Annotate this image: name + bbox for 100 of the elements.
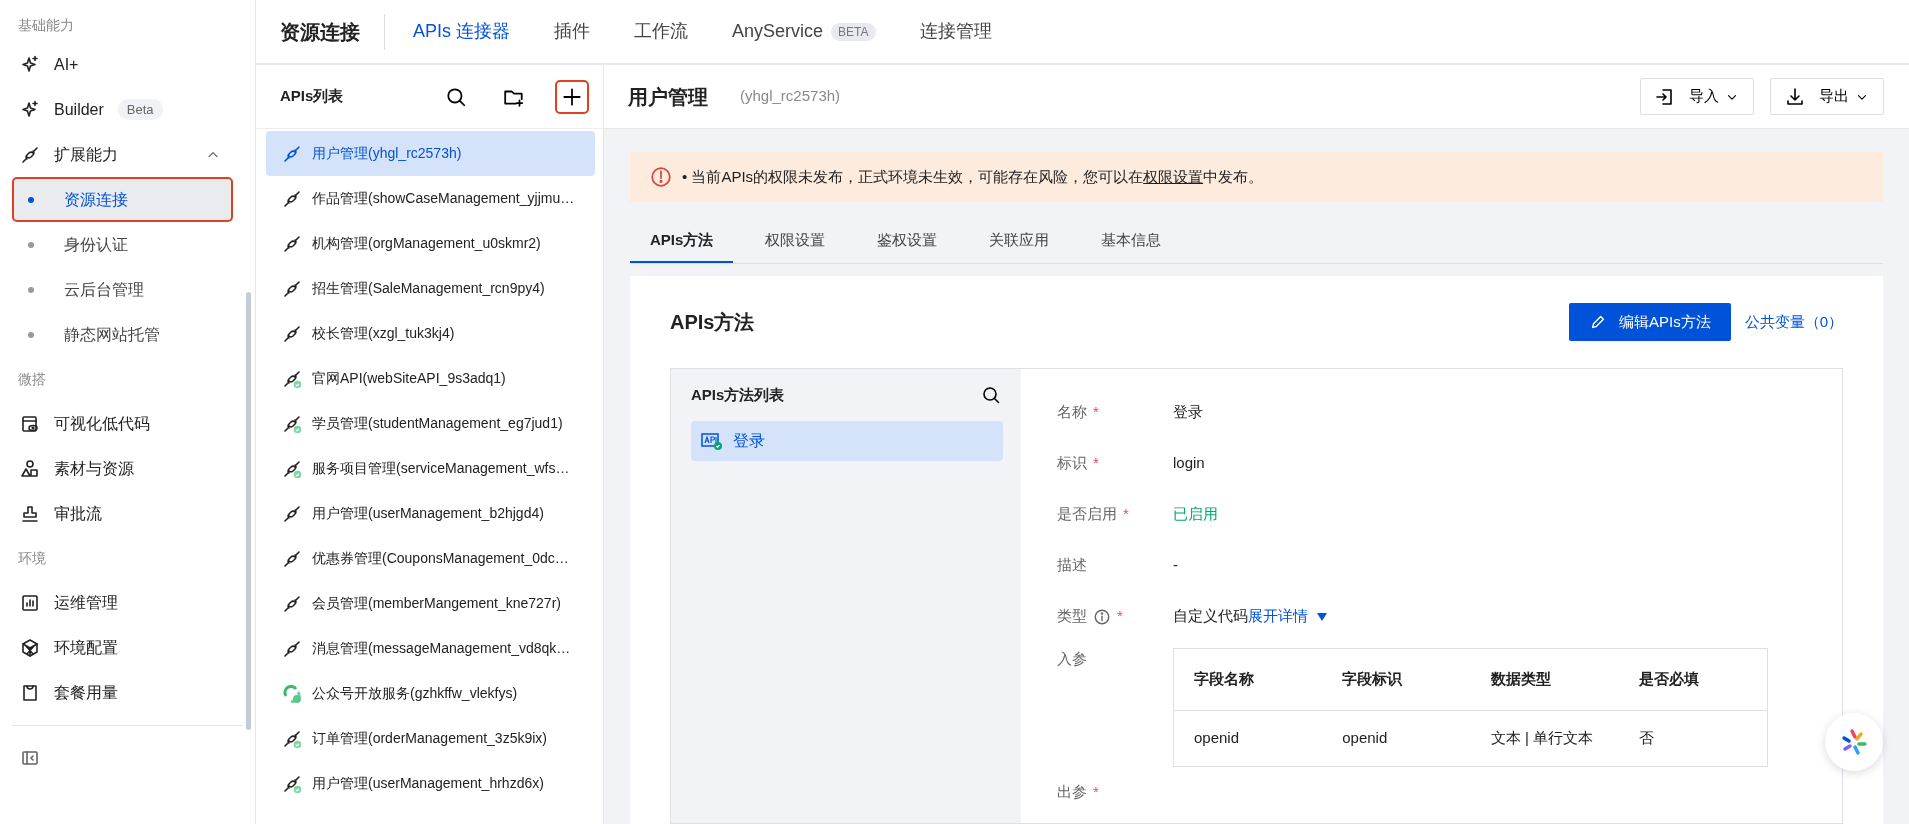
method-item[interactable]: 登录 (691, 421, 1003, 461)
beta-badge: BETA (831, 22, 876, 41)
required-mark: * (1123, 504, 1129, 525)
nav-tab[interactable]: 连接管理 (919, 18, 992, 45)
nav-tab[interactable]: AnyService (732, 18, 824, 45)
column-header: 数据类型 (1470, 648, 1620, 711)
table-cell: openid (1173, 710, 1323, 767)
api-list-item[interactable]: 公众号开放服务(gzhkffw_vlekfys) (266, 671, 595, 716)
chart-icon (20, 592, 40, 613)
api-name: 优惠券管理(CouponsManagement_0dc… (312, 549, 569, 568)
sidebar-subitem[interactable]: 静态网站托管 (12, 312, 233, 357)
field-label: 描述 (1057, 555, 1087, 576)
sidebar-item[interactable]: 扩展能力 (54, 142, 118, 167)
api-name: 学员管理(studentManagement_eg7jud1) (312, 414, 563, 433)
required-mark: * (1117, 606, 1123, 627)
published-link-icon (282, 458, 302, 479)
api-list-item[interactable]: 会员管理(memberMangement_kne727r) (266, 581, 595, 626)
section-title: 环境 (17, 548, 47, 568)
api-name: 公众号开放服务(gzhkffw_vlekfys) (312, 684, 518, 703)
sidebar-item[interactable]: 素材与资源 (12, 446, 243, 491)
detail-title: 用户管理 (628, 84, 708, 110)
api-list-item[interactable]: 用户管理(yhgl_rc2573h) (266, 131, 595, 176)
api-name: 机构管理(orgManagement_u0skmr2) (312, 234, 541, 253)
field-value: 登录 (1173, 402, 1203, 423)
field-value: 自定义代码 (1173, 606, 1248, 627)
api-name: 作品管理(showCaseManagement_yjjmu… (312, 189, 575, 208)
nav-tab[interactable]: APIs 连接器 (413, 18, 510, 45)
sidebar-subitem[interactable]: 云后台管理 (12, 267, 233, 312)
stamp-icon (20, 503, 40, 524)
api-list-item[interactable]: 机构管理(orgManagement_u0skmr2) (266, 221, 595, 266)
field-label: 是否启用 (1057, 504, 1117, 525)
sidebar-item[interactable]: 可视化低代码 (12, 401, 243, 446)
scrollbar[interactable] (246, 292, 251, 730)
tab[interactable]: 权限设置 (745, 220, 846, 263)
api-identifier: (yhgl_rc2573h) (740, 86, 841, 107)
tab[interactable]: 关联应用 (969, 220, 1070, 263)
column-header: 是否必填 (1619, 648, 1768, 711)
expand-link[interactable]: 展开详情 (1248, 605, 1308, 628)
sparkle-icon (20, 54, 40, 75)
recycle-icon (282, 683, 302, 704)
add-button[interactable] (555, 79, 589, 114)
collapse-icon (20, 748, 40, 768)
required-mark: * (1093, 402, 1099, 423)
tab[interactable]: 鉴权设置 (857, 220, 958, 263)
sidebar-item[interactable]: 环境配置 (12, 625, 243, 670)
api-list-item[interactable]: 作品管理(showCaseManagement_yjjmu… (266, 176, 595, 221)
permission-link[interactable]: 权限设置 (1143, 167, 1204, 185)
warning-message: • 当前APIs的权限未发布，正式环境未生效，可能存在风险，您可以在权限设置中发布。 (682, 166, 1264, 187)
api-list-item[interactable]: 校长管理(xzgl_tuk3kj4) (266, 311, 595, 356)
api-list-item[interactable]: 订单管理(orderManagement_3z5k9ix) (266, 716, 595, 761)
triangle-icon (1316, 611, 1328, 622)
api-list-item[interactable]: 优惠券管理(CouponsManagement_0dc… (266, 536, 595, 581)
export-button[interactable]: 导出 (1770, 78, 1884, 115)
sidebar-subitem[interactable]: 资源连接 (12, 177, 233, 222)
column-header: 字段标识 (1322, 648, 1471, 711)
nav-tab[interactable]: 工作流 (634, 18, 688, 45)
warning-icon (650, 166, 672, 188)
import-button[interactable]: 导入 (1640, 78, 1754, 115)
api-name: 用户管理(userManagement_b2hjgd4) (312, 504, 544, 523)
api-icon (701, 431, 723, 451)
variables-link[interactable]: 公共变量（0） (1744, 310, 1843, 334)
sidebar-item[interactable]: 审批流 (12, 491, 243, 536)
sidebar-item[interactable]: Builder (54, 97, 104, 122)
field-label: 入参 (1057, 649, 1087, 669)
published-link-icon (282, 413, 302, 434)
list-title: APIs列表 (280, 86, 344, 107)
tab[interactable]: 基本信息 (1081, 220, 1182, 263)
section-title: 微搭 (17, 369, 47, 389)
assistant-logo-icon (1839, 727, 1869, 757)
edit-button[interactable]: 编辑APIs方法 (1568, 303, 1731, 341)
published-link-icon (282, 368, 302, 389)
api-list-item[interactable]: 用户管理(userManagement_hrhzd6x) (266, 761, 595, 806)
api-list-item[interactable]: 服务项目管理(serviceManagement_wfs… (266, 446, 595, 491)
table-cell: openid (1322, 710, 1471, 767)
link-icon (282, 503, 302, 524)
field-label: 名称 (1057, 402, 1087, 423)
api-list-item[interactable]: 消息管理(messageManagement_vd8qk… (266, 626, 595, 671)
link-icon (282, 143, 302, 164)
sidebar-item[interactable]: AI+ (12, 42, 243, 87)
import-icon (1655, 86, 1675, 107)
api-name: 服务项目管理(serviceManagement_wfs… (312, 459, 570, 478)
api-list-item[interactable]: 官网API(webSiteAPI_9s3adq1) (266, 356, 595, 401)
required-mark: * (1093, 782, 1099, 803)
nav-tab[interactable]: 插件 (554, 18, 590, 45)
field-value: - (1173, 555, 1178, 576)
sidebar-subitem[interactable]: 身份认证 (12, 222, 233, 267)
required-mark: * (1093, 453, 1099, 474)
sidebar-item[interactable]: 运维管理 (12, 580, 243, 625)
link-icon (282, 278, 302, 299)
field-label: 类型 (1057, 606, 1087, 627)
api-list-item[interactable]: 学员管理(studentManagement_eg7jud1) (266, 401, 595, 446)
sidebar-item[interactable]: 套餐用量 (12, 670, 243, 715)
api-list-item[interactable]: 用户管理(userManagement_b2hjgd4) (266, 491, 595, 536)
link-icon (282, 188, 302, 209)
shapes-icon (20, 458, 40, 479)
published-link-icon (282, 728, 302, 749)
api-list-item[interactable]: 招生管理(SaleManagement_rcn9py4) (266, 266, 595, 311)
section-title: 基础能力 (17, 16, 75, 35)
tab[interactable]: APIs方法 (630, 220, 734, 263)
api-name: 订单管理(orderManagement_3z5k9ix) (312, 729, 547, 748)
